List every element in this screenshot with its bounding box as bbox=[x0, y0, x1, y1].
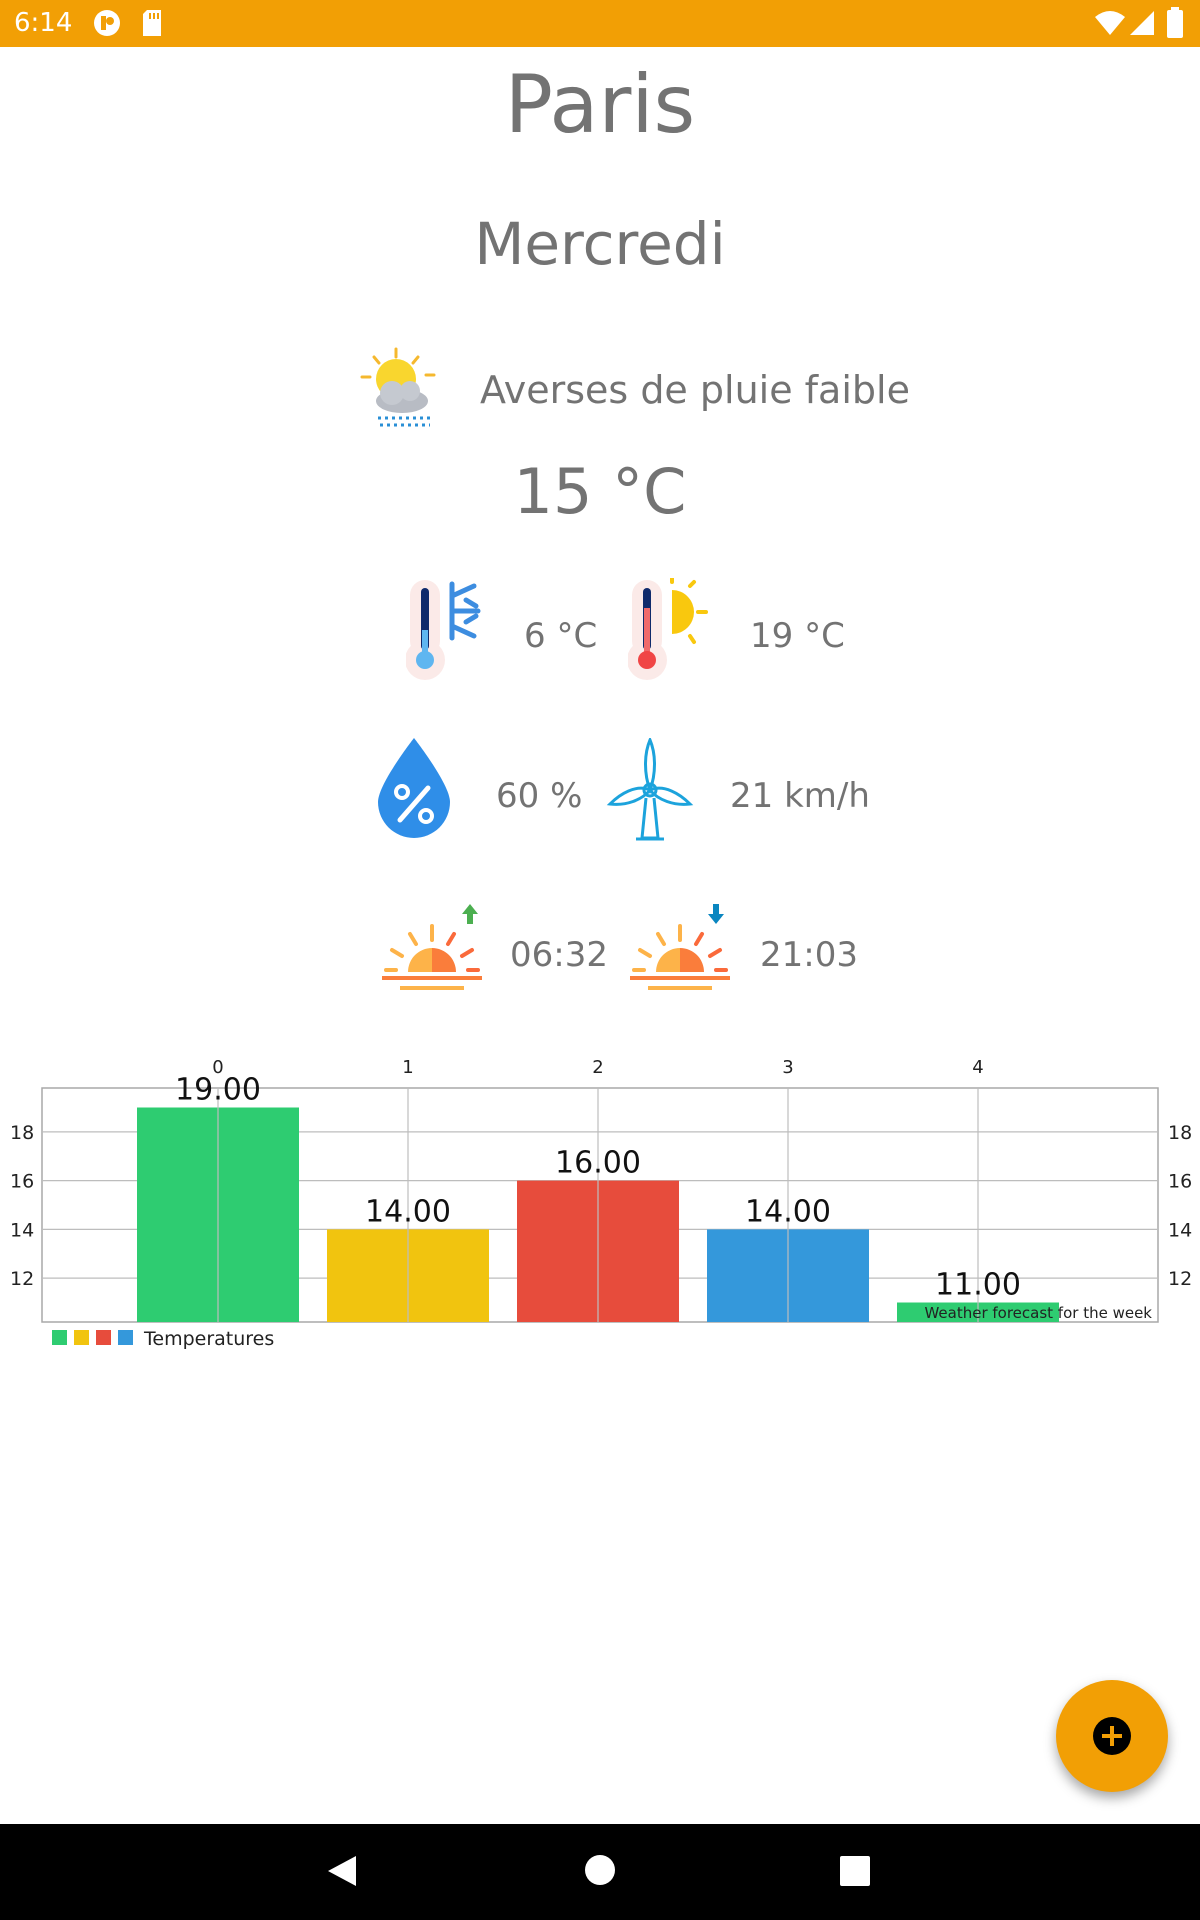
city-name: Paris bbox=[504, 58, 696, 151]
status-bar: 6:14 bbox=[0, 0, 1200, 47]
legend-swatch bbox=[74, 1330, 89, 1345]
x-tick-label: 2 bbox=[592, 1057, 603, 1078]
wind-turbine-icon bbox=[606, 738, 694, 841]
bar-value-label: 16.00 bbox=[555, 1146, 641, 1181]
recents-icon[interactable] bbox=[840, 1856, 870, 1886]
app-notification-icon bbox=[94, 10, 120, 36]
y-tick-label: 18 bbox=[10, 1122, 34, 1144]
thermometer-sun-icon bbox=[628, 578, 708, 680]
bar-value-label: 14.00 bbox=[745, 1194, 831, 1229]
sunset-time: 21:03 bbox=[760, 935, 858, 975]
wifi-icon bbox=[1095, 11, 1125, 35]
cell-signal-icon bbox=[1130, 11, 1154, 35]
day-name: Mercredi bbox=[474, 210, 726, 278]
sd-card-icon bbox=[143, 10, 161, 36]
sunset-icon bbox=[630, 904, 730, 990]
weather-description: Averses de pluie faible bbox=[480, 368, 910, 412]
max-temperature: 19 °C bbox=[750, 616, 845, 656]
navigation-bar bbox=[0, 1824, 1200, 1920]
y-tick-label-right: 14 bbox=[1168, 1219, 1192, 1241]
y-tick-label: 16 bbox=[10, 1171, 34, 1193]
min-temperature: 6 °C bbox=[524, 616, 598, 656]
chart-description: Weather forecast for the week bbox=[924, 1304, 1152, 1322]
legend-swatch bbox=[118, 1330, 133, 1345]
x-tick-label: 1 bbox=[402, 1057, 413, 1078]
y-tick-label: 14 bbox=[10, 1219, 34, 1241]
sunrise-icon bbox=[382, 904, 482, 990]
y-tick-label-right: 18 bbox=[1168, 1122, 1192, 1144]
add-button[interactable] bbox=[1056, 1680, 1168, 1792]
bar-value-label: 14.00 bbox=[365, 1194, 451, 1229]
bar-value-label: 11.00 bbox=[935, 1268, 1021, 1303]
wind-speed: 21 km/h bbox=[730, 776, 870, 816]
home-icon[interactable] bbox=[584, 1854, 616, 1886]
sun-cloud-rain-icon bbox=[360, 347, 436, 427]
x-tick-label: 3 bbox=[782, 1057, 793, 1078]
y-tick-label-right: 16 bbox=[1168, 1171, 1192, 1193]
add-icon bbox=[1093, 1717, 1131, 1755]
status-time: 6:14 bbox=[14, 8, 73, 38]
battery-icon bbox=[1167, 7, 1183, 38]
y-tick-label: 12 bbox=[10, 1268, 34, 1290]
thermometer-snowflake-icon bbox=[406, 580, 481, 680]
humidity-drop-icon bbox=[378, 738, 450, 838]
legend-label: Temperatures bbox=[143, 1328, 274, 1350]
x-tick-label: 4 bbox=[972, 1057, 983, 1078]
sunrise-time: 06:32 bbox=[510, 935, 608, 975]
temperature-bar-chart: 12 1214 1416 1618 18019.00114.00216.00314.00… bbox=[10, 1057, 1192, 1350]
legend-swatch bbox=[96, 1330, 111, 1345]
legend-swatch bbox=[52, 1330, 67, 1345]
y-tick-label-right: 12 bbox=[1168, 1268, 1192, 1290]
humidity-value: 60 % bbox=[496, 776, 583, 816]
bar-value-label: 19.00 bbox=[175, 1073, 261, 1108]
current-temperature: 15 °C bbox=[513, 455, 687, 528]
back-icon[interactable] bbox=[326, 1854, 358, 1888]
